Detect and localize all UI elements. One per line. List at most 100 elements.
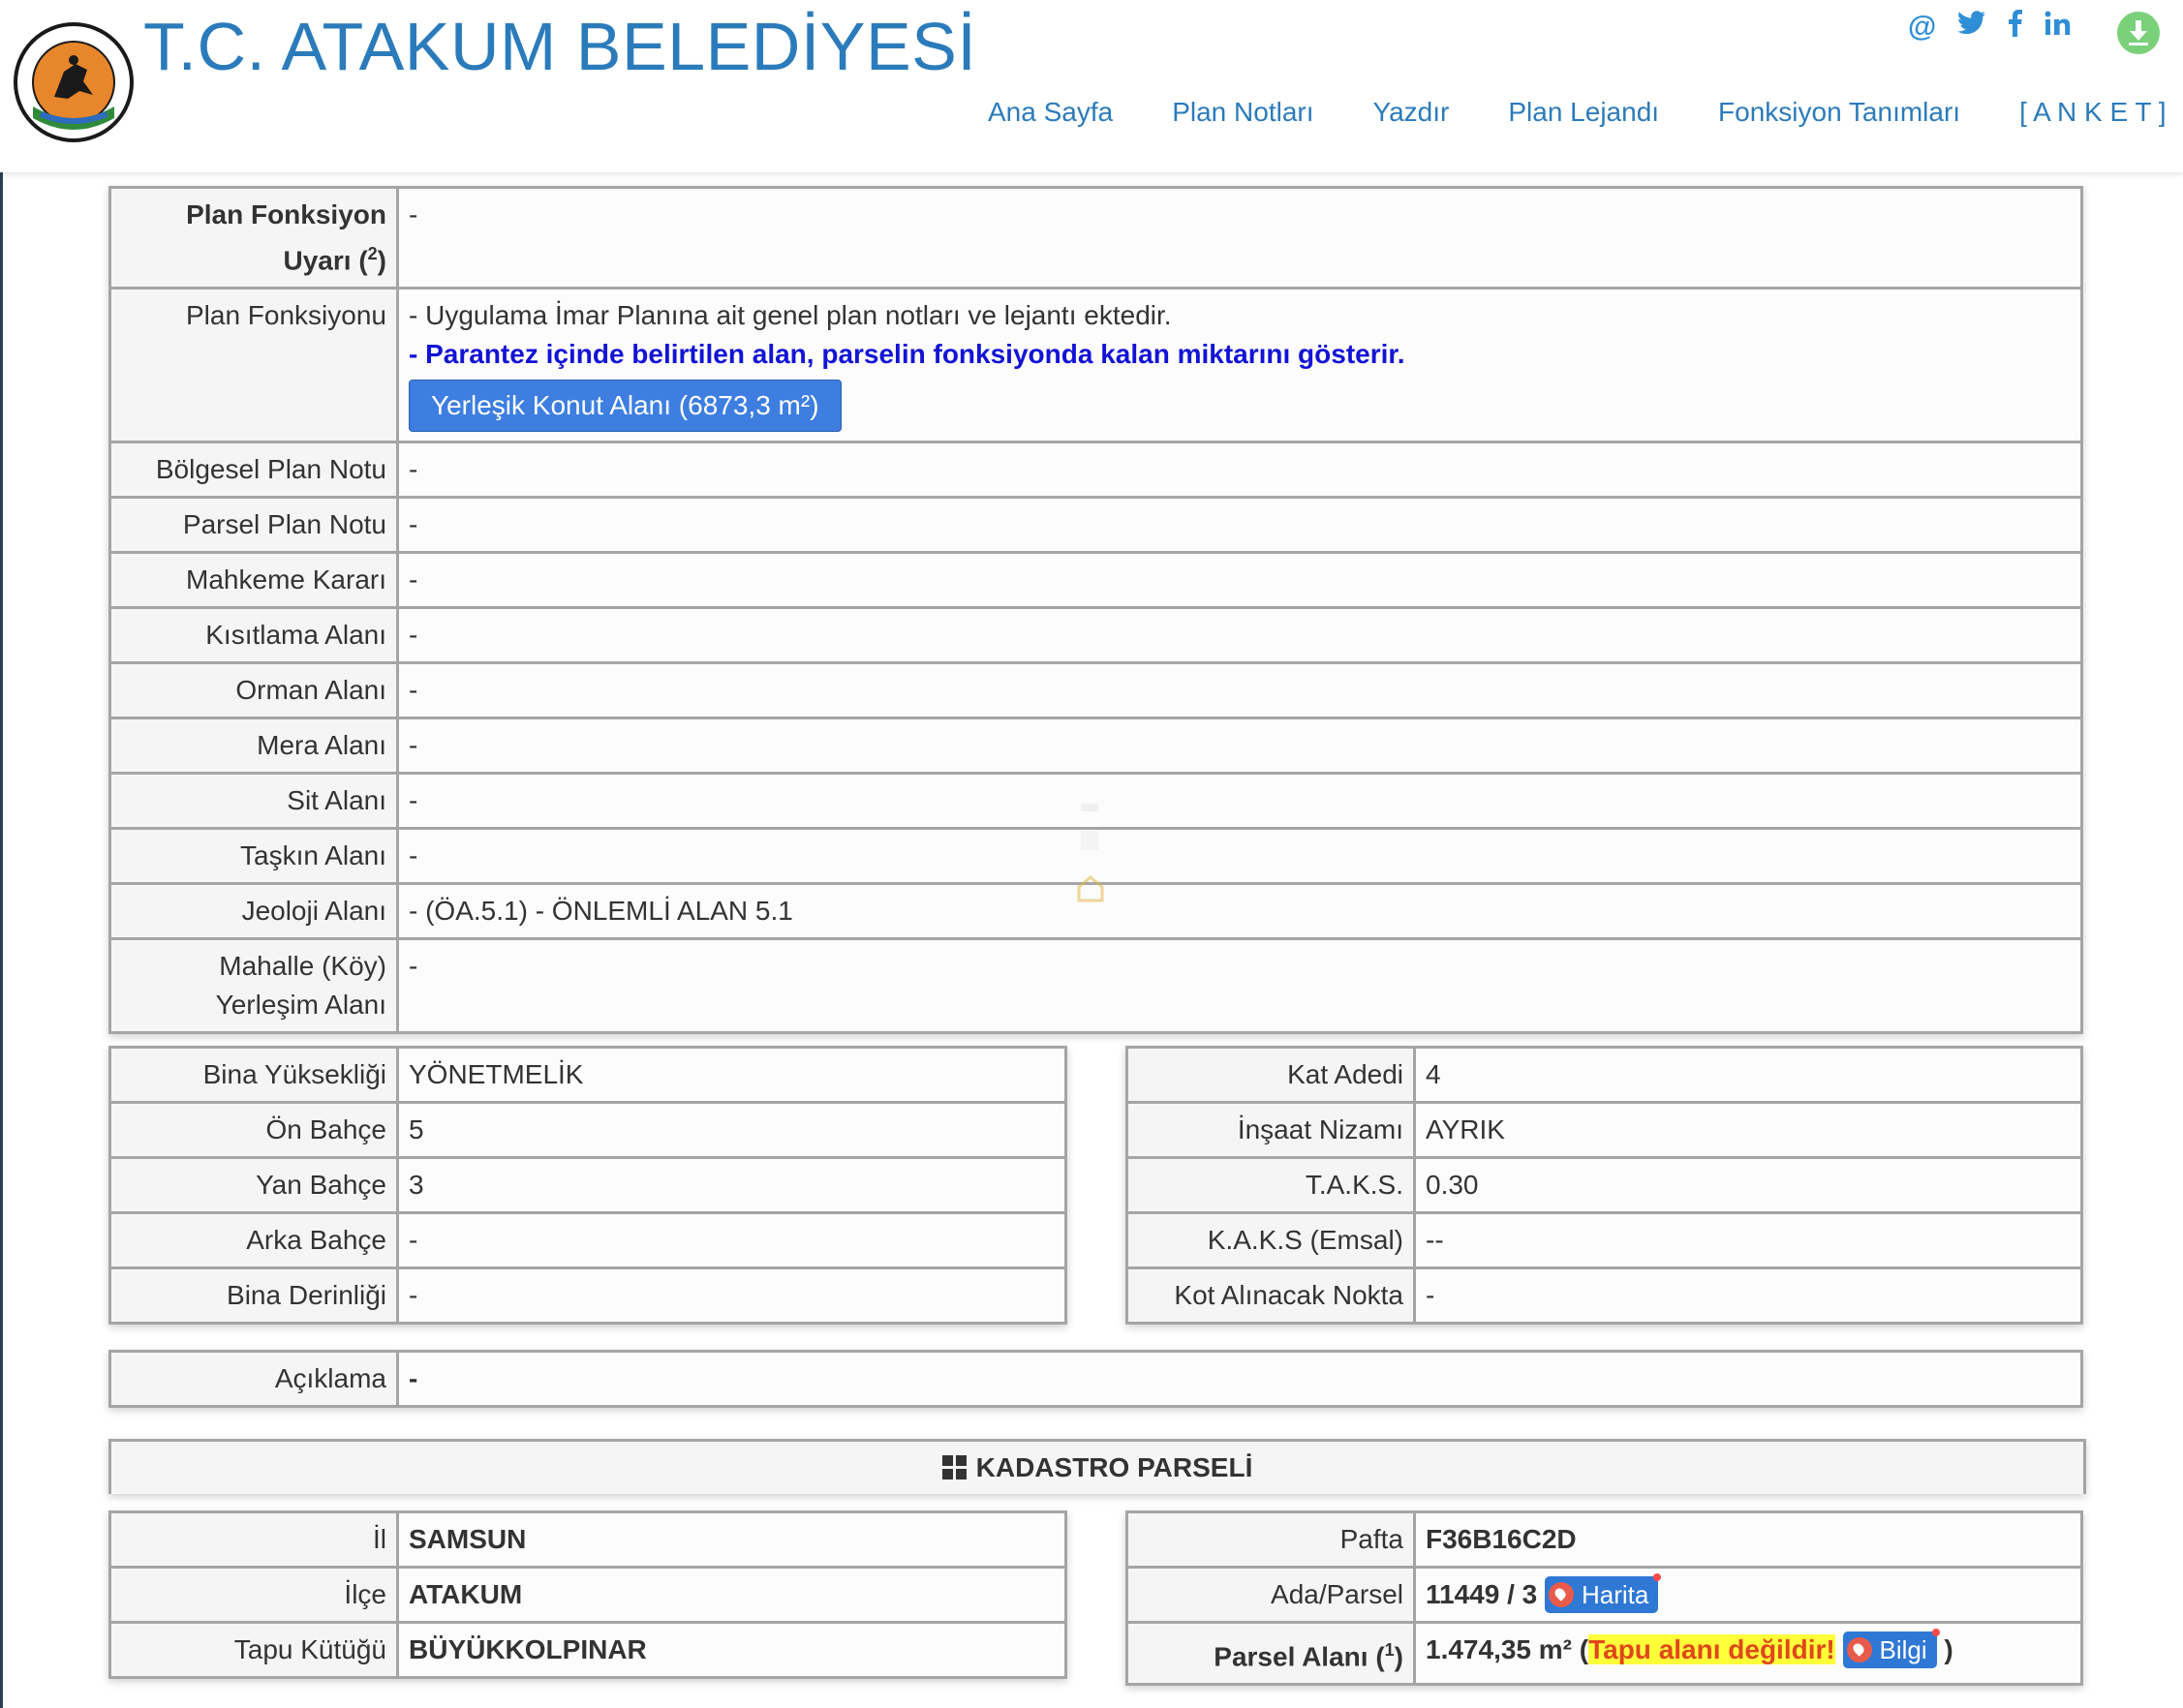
- row-label: Bina Yüksekliği: [108, 1046, 399, 1104]
- ada-parsel-value: 11449 / 3 Harita: [1413, 1566, 2083, 1624]
- row-label: Arka Bahçe: [108, 1211, 399, 1269]
- row-label: Tapu Kütüğü: [108, 1621, 399, 1679]
- row-value: AYRIK: [1413, 1101, 2083, 1159]
- table-row: K.A.K.S (Emsal) --: [1125, 1211, 2083, 1269]
- harita-button[interactable]: Harita: [1545, 1572, 1662, 1613]
- main-nav: Ana Sayfa Plan Notları Yazdır Plan Lejan…: [988, 97, 2167, 128]
- pafta-value: F36B16C2D: [1413, 1510, 2083, 1569]
- row-label: K.A.K.S (Emsal): [1125, 1211, 1416, 1269]
- aciklama-value: -: [396, 1350, 2083, 1408]
- table-row: Bina Derinliği -: [108, 1266, 1067, 1325]
- row-label: Orman Alanı: [108, 661, 399, 720]
- email-icon[interactable]: @: [1908, 11, 1936, 44]
- info-pin-icon: [1846, 1636, 1872, 1662]
- download-icon: [2129, 20, 2148, 46]
- aciklama-table: Açıklama -: [108, 1350, 2083, 1408]
- ada-parsel-label: Ada/Parsel: [1125, 1566, 1416, 1624]
- row-value: YÖNETMELİK: [396, 1046, 1067, 1104]
- row-value: -: [396, 772, 2083, 831]
- row-value: -: [396, 661, 2083, 720]
- row-value: BÜYÜKKOLPINAR: [396, 1621, 1067, 1679]
- table-row: Mahkeme Kararı -: [108, 551, 2083, 610]
- row-label: Ön Bahçe: [108, 1101, 399, 1159]
- kadastro-left-table: İl SAMSUN İlçe ATAKUM Tapu Kütüğü BÜYÜKKOLP…: [108, 1510, 1067, 1679]
- table-row: Parsel Plan Notu -: [108, 496, 2083, 555]
- parsel-alani-value: 1.474,35 m² (Tapu alanı değildir! Bilgi …: [1413, 1620, 2083, 1687]
- social-links: @: [1908, 10, 2072, 45]
- plan-uyari-value: -: [396, 185, 2083, 290]
- row-value: ATAKUM: [396, 1566, 1067, 1624]
- home-watermark-icon: [1075, 804, 1106, 910]
- table-row: İnşaat Nizamı AYRIK: [1125, 1101, 2083, 1159]
- row-label: İnşaat Nizamı: [1125, 1101, 1416, 1159]
- row-label: İlçe: [108, 1566, 399, 1624]
- row-label: Mahkeme Kararı: [108, 551, 399, 610]
- table-row: Tapu Kütüğü BÜYÜKKOLPINAR: [108, 1621, 1067, 1679]
- row-value: 0.30: [1413, 1156, 2083, 1214]
- row-value: 4: [1413, 1046, 2083, 1104]
- building-right-table: Kat Adedi 4 İnşaat Nizamı AYRIK T.A.K.S. 0.…: [1125, 1046, 2083, 1325]
- facebook-icon[interactable]: [2008, 10, 2023, 45]
- nav-yazdir[interactable]: Yazdır: [1373, 97, 1450, 128]
- plan-note-highlight: - Parantez içinde belirtilen alan, parse…: [409, 339, 1405, 370]
- atakum-logo[interactable]: [12, 21, 136, 143]
- plan-uyari-label: Plan Fonksiyon Uyarı (2): [108, 185, 399, 290]
- table-row: Yan Bahçe 3: [108, 1156, 1067, 1214]
- row-label: İl: [108, 1510, 399, 1569]
- nav-anket[interactable]: [ A N K E T ]: [2019, 97, 2166, 128]
- notification-dot: [1653, 1572, 1662, 1581]
- table-row: T.A.K.S. 0.30: [1125, 1156, 2083, 1214]
- site-title: T.C. ATAKUM BELEDİYESİ: [143, 9, 977, 84]
- table-row: Parsel Alanı (1) 1.474,35 m² (Tapu alanı…: [1125, 1620, 2083, 1687]
- table-row: Arka Bahçe -: [108, 1211, 1067, 1269]
- table-row: Orman Alanı -: [108, 661, 2083, 720]
- pafta-label: Pafta: [1125, 1510, 1416, 1569]
- table-row: Bina Yüksekliği YÖNETMELİK: [108, 1046, 1067, 1104]
- parsel-alani-label: Parsel Alanı (1): [1125, 1620, 1416, 1687]
- row-label: Yan Bahçe: [108, 1156, 399, 1214]
- map-pin-icon: [1549, 1581, 1575, 1607]
- row-label: Bina Derinliği: [108, 1266, 399, 1325]
- table-row: Plan Fonksiyon Uyarı (2) -: [108, 185, 2083, 290]
- nav-plan-lejandi[interactable]: Plan Lejandı: [1508, 97, 1659, 128]
- row-value: SAMSUN: [396, 1510, 1067, 1569]
- table-row: Pafta F36B16C2D: [1125, 1510, 2083, 1569]
- table-row: Kısıtlama Alanı -: [108, 606, 2083, 665]
- row-label: Bölgesel Plan Notu: [108, 441, 399, 500]
- row-value: --: [1413, 1211, 2083, 1269]
- row-label: Taşkın Alanı: [108, 827, 399, 886]
- download-button[interactable]: [2117, 12, 2160, 54]
- site-header: T.C. ATAKUM BELEDİYESİ @ Ana Sayfa Plan …: [0, 0, 2183, 172]
- row-value: -: [1413, 1266, 2083, 1325]
- plan-note-line: - Uygulama İmar Planına ait genel plan n…: [409, 300, 1172, 331]
- row-value: -: [396, 551, 2083, 610]
- plan-fonksiyon-label: Plan Fonksiyonu: [108, 287, 399, 444]
- twitter-icon[interactable]: [1957, 11, 1986, 44]
- table-row: Bölgesel Plan Notu -: [108, 441, 2083, 500]
- plan-fonksiyon-value: - Uygulama İmar Planına ait genel plan n…: [396, 287, 2083, 444]
- bilgi-button[interactable]: Bilgi: [1842, 1628, 1940, 1668]
- table-row: İlçe ATAKUM: [108, 1566, 1067, 1624]
- row-value: - (ÖA.5.1) - ÖNLEMLİ ALAN 5.1: [396, 882, 2083, 941]
- table-row: Plan Fonksiyonu - Uygulama İmar Planına …: [108, 287, 2083, 444]
- nav-ana-sayfa[interactable]: Ana Sayfa: [988, 97, 1113, 128]
- row-label: Kısıtlama Alanı: [108, 606, 399, 665]
- linkedin-icon[interactable]: [2045, 11, 2072, 44]
- building-left-table: Bina Yüksekliği YÖNETMELİK Ön Bahçe 5 Yan …: [108, 1046, 1067, 1325]
- row-value: -: [396, 717, 2083, 776]
- row-value: -: [396, 1266, 1067, 1325]
- function-area-button[interactable]: Yerleşik Konut Alanı (6873,3 m²): [409, 380, 842, 433]
- nav-fonksiyon-tanimlari[interactable]: Fonksiyon Tanımları: [1718, 97, 1960, 128]
- row-label: T.A.K.S.: [1125, 1156, 1416, 1214]
- table-row: Ada/Parsel 11449 / 3 Harita: [1125, 1566, 2083, 1624]
- tapu-warning: Tapu alanı değildir!: [1588, 1634, 1835, 1664]
- row-label: Mera Alanı: [108, 717, 399, 776]
- nav-plan-notlari[interactable]: Plan Notları: [1172, 97, 1313, 128]
- row-value: -: [396, 1211, 1067, 1269]
- table-row: Kot Alınacak Nokta -: [1125, 1266, 2083, 1325]
- kadastro-right-table: Pafta F36B16C2D Ada/Parsel 11449 / 3 Har…: [1125, 1510, 2083, 1687]
- table-row: Açıklama -: [108, 1350, 2083, 1408]
- mahalle-label: Mahalle (Köy) Yerleşim Alanı: [108, 937, 399, 1035]
- kadastro-header: KADASTRO PARSELİ: [108, 1439, 2086, 1494]
- table-row: İl SAMSUN: [108, 1510, 1067, 1569]
